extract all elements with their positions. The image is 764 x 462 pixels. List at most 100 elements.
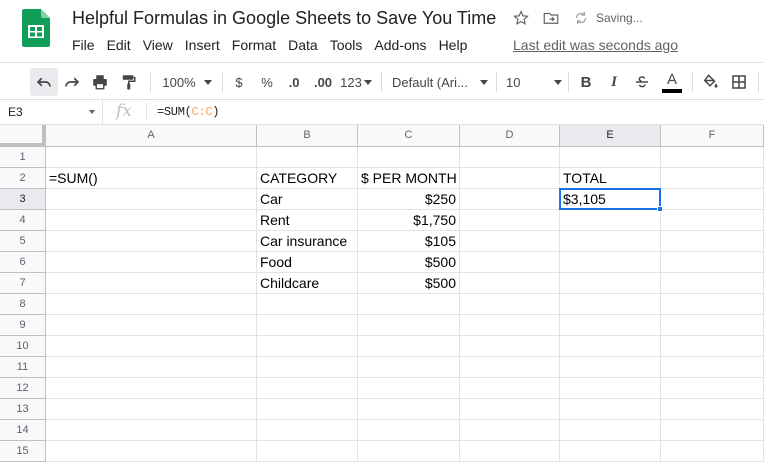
cell-b4[interactable]: Rent [257, 210, 358, 231]
cell-d5[interactable] [460, 231, 560, 252]
zoom-select[interactable]: 100% [158, 68, 216, 96]
row-header-1[interactable]: 1 [0, 147, 46, 168]
cell-c9[interactable] [358, 315, 460, 336]
text-color-button[interactable]: A [660, 68, 684, 96]
cell-a7[interactable] [46, 273, 257, 294]
cell-f13[interactable] [661, 399, 764, 420]
cell-c6[interactable]: $500 [358, 252, 460, 273]
cell-e3[interactable]: $3,105 [560, 189, 661, 210]
cell-f5[interactable] [661, 231, 764, 252]
column-header-d[interactable]: D [460, 125, 560, 147]
cell-a10[interactable] [46, 336, 257, 357]
cell-f7[interactable] [661, 273, 764, 294]
cell-f1[interactable] [661, 147, 764, 168]
cell-a11[interactable] [46, 357, 257, 378]
cell-b13[interactable] [257, 399, 358, 420]
cell-e12[interactable] [560, 378, 661, 399]
row-header-13[interactable]: 13 [0, 399, 46, 420]
row-header-12[interactable]: 12 [0, 378, 46, 399]
cell-c11[interactable] [358, 357, 460, 378]
cell-e14[interactable] [560, 420, 661, 441]
increase-decimal-button[interactable]: .00 [310, 68, 336, 96]
document-title[interactable]: Helpful Formulas in Google Sheets to Sav… [72, 8, 496, 29]
cell-e11[interactable] [560, 357, 661, 378]
row-header-7[interactable]: 7 [0, 273, 46, 294]
cell-b11[interactable] [257, 357, 358, 378]
cell-e1[interactable] [560, 147, 661, 168]
cell-c10[interactable] [358, 336, 460, 357]
font-size-select[interactable]: 10 [506, 68, 562, 96]
cell-c12[interactable] [358, 378, 460, 399]
cell-c13[interactable] [358, 399, 460, 420]
star-icon[interactable] [512, 9, 530, 27]
undo-button[interactable] [30, 68, 58, 96]
cell-f9[interactable] [661, 315, 764, 336]
cell-e10[interactable] [560, 336, 661, 357]
cell-f10[interactable] [661, 336, 764, 357]
select-all-corner[interactable] [0, 125, 46, 147]
cell-d1[interactable] [460, 147, 560, 168]
cell-d11[interactable] [460, 357, 560, 378]
row-header-10[interactable]: 10 [0, 336, 46, 357]
cell-c8[interactable] [358, 294, 460, 315]
cell-e4[interactable] [560, 210, 661, 231]
menu-addons[interactable]: Add-ons [368, 36, 432, 54]
cell-d13[interactable] [460, 399, 560, 420]
cell-f15[interactable] [661, 441, 764, 462]
formula-input[interactable]: =SUM(C:C) [157, 105, 219, 119]
cell-f4[interactable] [661, 210, 764, 231]
cell-a4[interactable] [46, 210, 257, 231]
cell-d8[interactable] [460, 294, 560, 315]
column-header-e[interactable]: E [560, 125, 661, 147]
cell-e2[interactable]: TOTAL [560, 168, 661, 189]
cell-a1[interactable] [46, 147, 257, 168]
column-header-c[interactable]: C [358, 125, 460, 147]
name-box[interactable]: E3 [0, 100, 103, 124]
sheets-logo-icon[interactable] [22, 9, 50, 47]
cell-d14[interactable] [460, 420, 560, 441]
percent-format-button[interactable]: % [258, 68, 276, 96]
cell-b15[interactable] [257, 441, 358, 462]
cell-d12[interactable] [460, 378, 560, 399]
cell-d2[interactable] [460, 168, 560, 189]
cell-a13[interactable] [46, 399, 257, 420]
cell-f6[interactable] [661, 252, 764, 273]
cell-e5[interactable] [560, 231, 661, 252]
row-header-5[interactable]: 5 [0, 231, 46, 252]
last-edit-link[interactable]: Last edit was seconds ago [513, 37, 678, 53]
row-header-15[interactable]: 15 [0, 441, 46, 462]
menu-edit[interactable]: Edit [101, 36, 137, 54]
column-header-a[interactable]: A [46, 125, 257, 147]
cell-b5[interactable]: Car insurance [257, 231, 358, 252]
cell-f2[interactable] [661, 168, 764, 189]
cell-e15[interactable] [560, 441, 661, 462]
cell-d4[interactable] [460, 210, 560, 231]
cell-c15[interactable] [358, 441, 460, 462]
row-header-8[interactable]: 8 [0, 294, 46, 315]
menu-view[interactable]: View [137, 36, 179, 54]
cell-b1[interactable] [257, 147, 358, 168]
cell-d7[interactable] [460, 273, 560, 294]
fill-color-button[interactable] [700, 68, 720, 96]
font-family-select[interactable]: Default (Ari... [392, 68, 488, 96]
cell-d3[interactable] [460, 189, 560, 210]
column-header-f[interactable]: F [661, 125, 764, 147]
cell-b10[interactable] [257, 336, 358, 357]
menu-insert[interactable]: Insert [179, 36, 226, 54]
column-header-b[interactable]: B [257, 125, 358, 147]
cell-d6[interactable] [460, 252, 560, 273]
move-to-folder-icon[interactable] [542, 9, 560, 27]
cell-e8[interactable] [560, 294, 661, 315]
menu-file[interactable]: File [66, 36, 101, 54]
chevron-down-icon[interactable] [89, 110, 95, 114]
menu-format[interactable]: Format [226, 36, 282, 54]
cell-b14[interactable] [257, 420, 358, 441]
cell-d15[interactable] [460, 441, 560, 462]
cell-c7[interactable]: $500 [358, 273, 460, 294]
cell-c3[interactable]: $250 [358, 189, 460, 210]
menu-help[interactable]: Help [433, 36, 474, 54]
cell-a2[interactable]: =SUM() [46, 168, 257, 189]
cell-c1[interactable] [358, 147, 460, 168]
cell-b9[interactable] [257, 315, 358, 336]
print-button[interactable] [88, 68, 112, 96]
